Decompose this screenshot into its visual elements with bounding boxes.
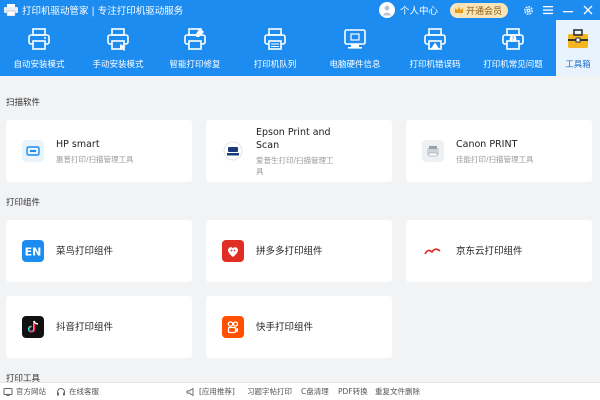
tool-manual-install[interactable]: 手动安装模式 — [79, 20, 157, 76]
tool-smart-repair[interactable]: 智能打印修复 — [155, 20, 235, 76]
user-icon — [382, 5, 392, 16]
footer-support-label: 在线客服 — [69, 387, 99, 396]
duplicate-file-delete-link[interactable]: 重复文件删除 — [375, 386, 420, 397]
card-jd-cloud[interactable]: 京东云打印组件 — [406, 220, 592, 282]
app-recommend[interactable]: [应用推荐] — [186, 386, 235, 397]
tool-error-code[interactable]: 打印机错误码 — [395, 20, 475, 76]
settings-button[interactable] — [520, 2, 536, 18]
card-canon-print[interactable]: Canon PRINT 佳能打印/扫描管理工具 — [406, 120, 592, 182]
card-epson[interactable]: Epson Print and Scan 爱普生打印/扫描管理工具 — [206, 120, 392, 182]
close-button[interactable] — [580, 2, 596, 18]
card-cainiao[interactable]: EN 菜鸟打印组件 — [6, 220, 192, 282]
headset-icon — [57, 387, 65, 395]
crown-icon — [454, 6, 463, 13]
card-name: HP smart — [56, 138, 100, 150]
card-pinduoduo[interactable]: 拼多多打印组件 — [206, 220, 392, 282]
card-name: Canon PRINT — [456, 138, 518, 150]
douyin-icon — [22, 316, 44, 338]
website-icon — [3, 387, 13, 396]
section-title-scan: 扫描软件 — [6, 98, 41, 108]
hardware-info-icon — [344, 29, 366, 49]
cainiao-icon: EN — [22, 240, 44, 262]
title-bar: 打印机驱动管家 | 专注打印机驱动服务 个人中心 开通会员 — [0, 0, 600, 20]
tool-label: 工具箱 — [565, 60, 591, 70]
epson-icon — [222, 140, 244, 162]
tool-label: 手动安装模式 — [92, 60, 144, 70]
official-website-link[interactable]: 官方网站 — [3, 386, 46, 397]
card-douyin[interactable]: 抖音打印组件 — [6, 296, 192, 358]
section-title-print: 打印组件 — [6, 198, 41, 208]
jd-cloud-icon — [422, 240, 444, 262]
tool-auto-install[interactable]: 自动安装模式 — [0, 20, 78, 76]
tool-hardware-info[interactable]: 电脑硬件信息 — [315, 20, 395, 76]
megaphone-icon — [186, 387, 194, 396]
tool-label: 打印机常见问题 — [483, 60, 543, 70]
footer-website-label: 官方网站 — [16, 387, 46, 396]
app-title: 打印机驱动管家 | 专注打印机驱动服务 — [22, 6, 184, 17]
canon-print-icon — [422, 140, 444, 162]
app-logo-icon — [4, 4, 18, 16]
menu-icon — [543, 6, 553, 15]
minimize-button[interactable] — [560, 2, 576, 18]
tool-label: 打印机错误码 — [409, 60, 461, 70]
vip-button[interactable]: 开通会员 — [449, 2, 508, 18]
card-kuaishou[interactable]: 快手打印组件 — [206, 296, 392, 358]
card-name: 菜鸟打印组件 — [56, 245, 114, 257]
online-support-link[interactable]: 在线客服 — [56, 386, 99, 397]
menu-button[interactable] — [540, 2, 556, 18]
c-drive-cleanup-link[interactable]: C盘清理 — [301, 386, 329, 397]
card-name: Epson Print and Scan — [256, 126, 331, 151]
tool-toolbox[interactable]: 工具箱 — [556, 20, 600, 76]
vip-button-label: 开通会员 — [465, 6, 502, 17]
hp-smart-icon — [22, 140, 44, 162]
card-name: 京东云打印组件 — [456, 245, 523, 257]
section-title-tools: 打印工具 — [6, 374, 41, 382]
kuaishou-icon — [222, 316, 244, 338]
card-desc: 爱普生打印/扫描管理工具 — [256, 155, 334, 176]
tool-label: 智能打印修复 — [169, 60, 221, 70]
pinduoduo-icon — [222, 240, 244, 262]
practice-print-link[interactable]: 习题字帖打印 — [247, 386, 292, 397]
tool-label: 自动安装模式 — [13, 60, 65, 70]
card-desc: 佳能打印/扫描管理工具 — [456, 154, 534, 164]
main-toolbar: 自动安装模式 手动安装模式 智能打印修复 打印机队列 电脑硬件信息 打印机错误码… — [0, 20, 600, 76]
printer-repair-icon — [184, 28, 206, 50]
card-hp-smart[interactable]: HP smart 惠普打印/扫描管理工具 — [6, 120, 192, 182]
tool-faq[interactable]: ? 打印机常见问题 — [470, 20, 556, 76]
toolbox-content[interactable]: 扫描软件 HP smart 惠普打印/扫描管理工具 Epson Print an… — [0, 76, 600, 382]
printer-auto-icon — [28, 28, 50, 50]
avatar[interactable] — [378, 2, 395, 18]
card-desc: 惠普打印/扫描管理工具 — [56, 154, 134, 164]
card-name: 抖音打印组件 — [56, 321, 114, 333]
printer-faq-icon: ? — [502, 28, 524, 50]
tool-label: 电脑硬件信息 — [329, 60, 381, 70]
footer-bar: 官方网站 在线客服 [应用推荐] 习题字帖打印 C盘清理 PDF转换 重复文件删… — [0, 382, 600, 400]
user-center-link[interactable]: 个人中心 — [400, 3, 438, 17]
tool-label: 打印机队列 — [253, 60, 297, 70]
printer-manual-icon — [107, 28, 129, 51]
minimize-icon — [563, 11, 573, 13]
printer-error-icon — [424, 28, 446, 50]
svg-text:EN: EN — [25, 246, 41, 259]
printer-queue-icon — [264, 28, 286, 50]
tool-printer-queue[interactable]: 打印机队列 — [235, 20, 315, 76]
gear-icon — [523, 5, 533, 15]
svg-text:?: ? — [512, 36, 515, 42]
close-icon — [583, 5, 593, 15]
card-name: 拼多多打印组件 — [256, 245, 323, 257]
footer-recommend-label: [应用推荐] — [199, 387, 235, 396]
pdf-convert-link[interactable]: PDF转换 — [338, 386, 368, 397]
toolbox-icon — [568, 29, 588, 48]
card-name: 快手打印组件 — [256, 321, 314, 333]
